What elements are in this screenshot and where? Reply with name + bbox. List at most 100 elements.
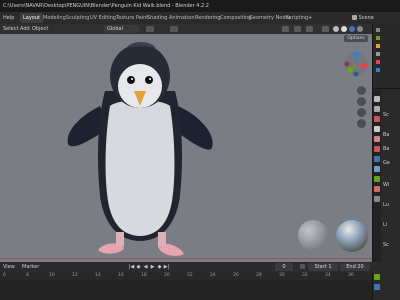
end-label: End [346,264,356,270]
properties-bottom-area [372,272,400,300]
ruler-tick: 34 [325,273,331,278]
gizmo-neg-x-ball [344,61,350,67]
ruler-tick: 32 [302,273,308,278]
penguin-left-eye-shine [131,78,133,80]
menu-select[interactable]: Select [3,24,18,34]
menu-add[interactable]: Add [20,24,30,34]
timeline-editor[interactable]: View Marker |◀ ◆ ◀ ▶ ◆ ▶| 0 Start 1 End … [0,262,400,300]
prev-keyframe-icon[interactable]: ◆ [135,263,142,271]
hdri-sphere [336,220,368,252]
shading-rendered-icon[interactable] [357,26,363,32]
render-tab-icon[interactable] [374,106,380,112]
penguin-right-eye [145,76,153,84]
ruler-tick: 14 [95,273,101,278]
output-tab-icon[interactable] [374,116,380,122]
ruler-tick: 30 [279,273,285,278]
title-bar: C:\Users\NAVAR\Desktop\PENGUIN\Blender\P… [0,0,400,12]
camera-view-icon[interactable] [357,108,366,117]
ruler-tick: 20 [164,273,170,278]
ruler-tick: 22 [187,273,193,278]
overlay-toggle-icon[interactable] [306,26,313,32]
zoom-icon[interactable] [357,86,366,95]
3d-viewport[interactable]: Options [0,34,372,262]
prop-label-3: Ba [383,146,390,152]
window-title: C:\Users\NAVAR\Desktop\PENGUIN\Blender\P… [3,3,209,9]
physics-tab-icon[interactable] [374,284,380,290]
ruler-tick: 16 [118,273,124,278]
camera-icon [376,68,380,72]
clock-icon[interactable] [300,264,305,269]
timeline-keyframe-area[interactable] [0,280,372,300]
scene-selector[interactable]: Scene [352,12,374,24]
penguin-left-eye [127,76,135,84]
penguin-right-leg [158,232,166,246]
gizmo-x-ball [361,63,367,69]
visibility-icon[interactable] [282,26,289,32]
snap-icon[interactable] [146,26,154,32]
navigation-gizmo[interactable] [342,50,370,80]
material-tab-icon[interactable] [374,186,380,192]
modifier-tab-icon[interactable] [374,166,380,172]
object-tab-icon[interactable] [374,156,380,162]
penguin-left-leg [116,232,124,246]
menu-view[interactable]: View [3,262,15,272]
scene-icon [352,15,357,20]
scene-tab-icon[interactable] [374,136,380,142]
menu-object[interactable]: Object [32,24,48,34]
prop-label-1: Sc [383,112,389,118]
end-value: 20 [357,264,364,270]
start-frame-field[interactable]: Start 1 [308,263,338,271]
constraint-tab-icon[interactable] [374,274,380,280]
orientation-value: Global [107,26,123,32]
prop-label-7: Li [383,222,388,228]
gizmo-neg-z-ball [353,71,359,77]
current-frame-field[interactable]: 0 [275,263,293,271]
add-workspace-button[interactable]: + [305,13,315,23]
pan-icon[interactable] [357,97,366,106]
play-icon[interactable]: ▶ [149,263,156,271]
shading-material-icon[interactable] [349,26,355,32]
options-button[interactable]: Options [344,35,368,42]
tool-tab-icon[interactable] [374,96,380,102]
ruler-tick: 24 [210,273,216,278]
texture-tab-icon[interactable] [374,196,380,202]
timeline-ruler[interactable]: 6 8 10 12 14 16 18 20 22 24 26 28 30 32 … [0,272,372,280]
view-layer-tab-icon[interactable] [374,126,380,132]
penguin-model [67,42,213,256]
outliner[interactable] [373,24,400,89]
penguin-belly [105,100,175,236]
prop-label-6: Lu [383,202,389,208]
start-value: 1 [328,264,332,270]
ruler-tick: 18 [141,273,147,278]
gizmo-z-ball [353,51,359,57]
xray-icon[interactable] [322,26,329,32]
perspective-toggle-icon[interactable] [357,119,366,128]
jump-end-icon[interactable]: ▶| [163,263,170,271]
data-tab-icon[interactable] [374,176,380,182]
next-keyframe-icon[interactable]: ◆ [156,263,163,271]
prop-label-8: Sc [383,242,389,248]
jump-start-icon[interactable]: |◀ [128,263,135,271]
shading-solid-icon[interactable] [341,26,347,32]
gizmo-toggle-icon[interactable] [294,26,301,32]
prop-label-5: Wi [383,182,390,188]
menu-marker[interactable]: Marker [22,262,39,272]
proportional-edit-icon[interactable] [170,26,178,32]
prop-label-4: Ge [383,160,390,166]
end-frame-field[interactable]: End 20 [340,263,370,271]
light-icon [376,60,380,64]
properties-tab-bar [373,90,381,262]
mesh-icon [376,52,380,56]
properties-panel: Sc Ba Ba Ge Wi Lu Li Sc [372,24,400,262]
transform-orientation-dropdown[interactable]: Global [104,25,139,33]
shading-wireframe-icon[interactable] [333,26,339,32]
world-tab-icon[interactable] [374,146,380,152]
play-reverse-icon[interactable]: ◀ [142,263,149,271]
ruler-tick: 26 [233,273,239,278]
ruler-tick: 6 [3,273,6,278]
menu-help[interactable]: Help [3,12,14,24]
prop-label-2: Ba [383,132,390,138]
armature-icon [376,44,380,48]
ruler-tick: 12 [72,273,78,278]
start-label: Start [314,264,327,270]
